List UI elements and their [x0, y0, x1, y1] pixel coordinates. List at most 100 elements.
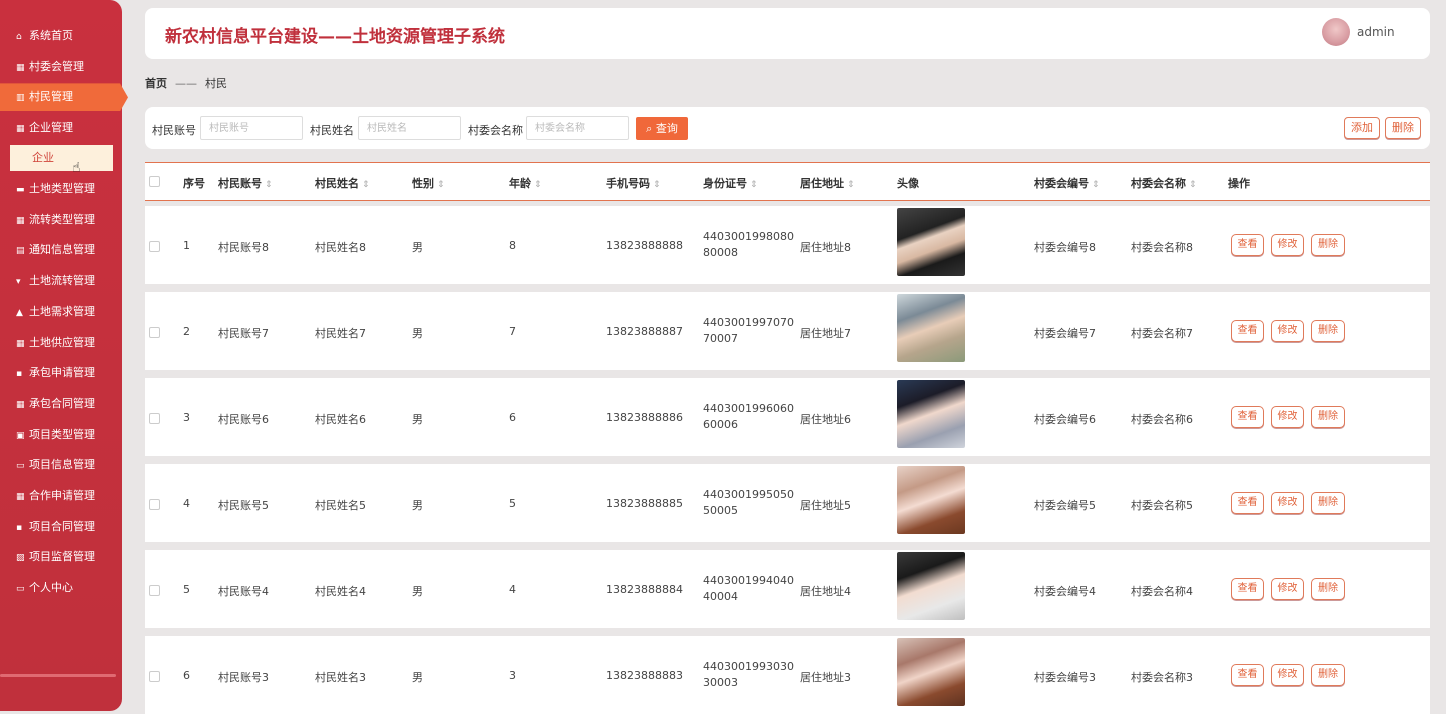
table-row[interactable]: 6 村民账号3 村民姓名3 男 3 13823888883 4403001993030300… — [145, 636, 1430, 714]
col-header-idcard[interactable]: 身份证号 ⇕ — [703, 175, 758, 191]
delete-button[interactable]: 删除 — [1311, 234, 1345, 256]
sidebar-item-11[interactable]: ▦ 承包合同管理 — [0, 390, 122, 418]
sidebar-item-6[interactable]: ▤ 通知信息管理 — [0, 236, 122, 264]
sidebar-item-8[interactable]: ▲ 土地需求管理 — [0, 298, 122, 326]
search-input-account[interactable] — [200, 116, 303, 140]
avatar-photo[interactable] — [897, 380, 965, 448]
delete-button[interactable]: 删除 — [1311, 578, 1345, 600]
col-header-account[interactable]: 村民账号 ⇕ — [218, 175, 273, 191]
view-button[interactable]: 查看 — [1231, 578, 1264, 600]
sidebar-item-13[interactable]: ▭ 项目信息管理 — [0, 451, 122, 479]
edit-button[interactable]: 修改 — [1271, 320, 1304, 342]
search-input-name[interactable] — [358, 116, 461, 140]
add-button[interactable]: 添加 — [1344, 117, 1380, 139]
row-checkbox[interactable] — [149, 241, 160, 252]
delete-button[interactable]: 删除 — [1311, 320, 1345, 342]
edit-button[interactable]: 修改 — [1271, 578, 1304, 600]
sidebar-item-0[interactable]: ⌂ 系统首页 — [0, 22, 122, 50]
sort-icon[interactable]: ⇕ — [1189, 180, 1197, 190]
delete-button[interactable]: 删除 — [1311, 664, 1345, 686]
table-row[interactable]: 3 村民账号6 村民姓名6 男 6 13823888886 4403001996060600… — [145, 378, 1430, 456]
view-button[interactable]: 查看 — [1231, 320, 1264, 342]
grid-icon: ▦ — [16, 62, 25, 73]
sidebar-item-10[interactable]: ▪ 承包申请管理 — [0, 359, 122, 387]
edit-button[interactable]: 修改 — [1271, 234, 1304, 256]
table-row[interactable]: 4 村民账号5 村民姓名5 男 5 13823888885 4403001995050500… — [145, 464, 1430, 542]
batch-delete-button[interactable]: 删除 — [1385, 117, 1421, 139]
sidebar-item-3[interactable]: ▦ 企业管理 — [0, 114, 122, 142]
col-header-committee-name[interactable]: 村委会名称 ⇕ — [1131, 175, 1197, 191]
col-header-age[interactable]: 年龄 ⇕ — [509, 175, 542, 191]
cell-age: 6 — [509, 411, 516, 424]
breadcrumb-home[interactable]: 首页 — [145, 77, 167, 90]
cell-committee-name: 村委会名称4 — [1131, 585, 1193, 598]
view-button[interactable]: 查看 — [1231, 234, 1264, 256]
table-row[interactable]: 1 村民账号8 村民姓名8 男 8 13823888888 4403001998080800… — [145, 206, 1430, 284]
sort-icon[interactable]: ⇕ — [362, 180, 370, 190]
cell-account: 村民账号5 — [218, 499, 269, 512]
edit-button[interactable]: 修改 — [1271, 492, 1304, 514]
sidebar-item-15[interactable]: ▪ 项目合同管理 — [0, 513, 122, 541]
col-header-phone[interactable]: 手机号码 ⇕ — [606, 175, 661, 191]
col-header-committee-no[interactable]: 村委会编号 ⇕ — [1034, 175, 1100, 191]
cell-address: 居住地址5 — [800, 499, 851, 512]
sort-icon[interactable]: ⇕ — [847, 180, 855, 190]
sort-icon[interactable]: ⇕ — [265, 180, 273, 190]
breadcrumb-current: 村民 — [205, 77, 227, 90]
sidebar-item-label: 项目监督管理 — [29, 550, 95, 564]
username[interactable]: admin — [1357, 25, 1395, 39]
avatar-photo[interactable] — [897, 638, 965, 706]
sidebar-item-label: 流转类型管理 — [29, 212, 95, 226]
table-row[interactable]: 5 村民账号4 村民姓名4 男 4 13823888884 4403001994040400… — [145, 550, 1430, 628]
edit-button[interactable]: 修改 — [1271, 406, 1304, 428]
cell-idcard: 440300199808080008 — [703, 230, 794, 259]
cell-committee-name: 村委会名称6 — [1131, 413, 1193, 426]
sidebar-item-16[interactable]: ▨ 项目监督管理 — [0, 543, 122, 571]
cell-no: 6 — [183, 669, 190, 682]
sidebar-item-5[interactable]: ▦ 流转类型管理 — [0, 206, 122, 234]
delete-button[interactable]: 删除 — [1311, 492, 1345, 514]
sort-icon[interactable]: ⇕ — [653, 180, 661, 190]
cell-committee-no: 村委会编号7 — [1034, 327, 1096, 340]
view-button[interactable]: 查看 — [1231, 406, 1264, 428]
sidebar-subitem-enterprise[interactable]: 企业 — [10, 145, 113, 171]
edit-button[interactable]: 修改 — [1271, 664, 1304, 686]
sort-icon[interactable]: ⇕ — [1092, 180, 1100, 190]
sort-icon[interactable]: ⇕ — [534, 180, 542, 190]
sidebar-scrollbar[interactable] — [0, 674, 116, 677]
sidebar-item-7[interactable]: ▾ 土地流转管理 — [0, 267, 122, 295]
search-input-committee[interactable] — [526, 116, 629, 140]
sidebar-item-9[interactable]: ▦ 土地供应管理 — [0, 329, 122, 357]
sort-icon[interactable]: ⇕ — [437, 180, 445, 190]
sidebar-item-17[interactable]: ▭ 个人中心 — [0, 574, 122, 602]
avatar-photo[interactable] — [897, 294, 965, 362]
grid-icon: ▦ — [16, 124, 25, 135]
col-header-name[interactable]: 村民姓名 ⇕ — [315, 175, 370, 191]
sidebar-item-12[interactable]: ▣ 项目类型管理 — [0, 421, 122, 449]
sort-icon[interactable]: ⇕ — [750, 180, 758, 190]
avatar[interactable] — [1322, 18, 1350, 46]
select-all-checkbox[interactable] — [149, 176, 160, 187]
delete-button[interactable]: 删除 — [1311, 406, 1345, 428]
row-checkbox[interactable] — [149, 413, 160, 424]
sidebar-item-1[interactable]: ▦ 村委会管理 — [0, 53, 122, 81]
view-button[interactable]: 查看 — [1231, 492, 1264, 514]
row-checkbox[interactable] — [149, 585, 160, 596]
col-header-address[interactable]: 居住地址 ⇕ — [800, 175, 855, 191]
avatar-photo[interactable] — [897, 466, 965, 534]
cell-account: 村民账号6 — [218, 413, 269, 426]
table-row[interactable]: 2 村民账号7 村民姓名7 男 7 13823888887 4403001997070700… — [145, 292, 1430, 370]
avatar-photo[interactable] — [897, 208, 965, 276]
cell-phone: 13823888885 — [606, 497, 683, 510]
col-header-gender[interactable]: 性别 ⇕ — [412, 175, 445, 191]
sidebar-item-4[interactable]: ▬ 土地类型管理 — [0, 175, 122, 203]
row-checkbox[interactable] — [149, 327, 160, 338]
query-button[interactable]: ⌕ 查询 — [636, 117, 688, 140]
sidebar-item-14[interactable]: ▦ 合作申请管理 — [0, 482, 122, 510]
row-checkbox[interactable] — [149, 671, 160, 682]
row-checkbox[interactable] — [149, 499, 160, 510]
view-button[interactable]: 查看 — [1231, 664, 1264, 686]
sidebar-item-2[interactable]: ▥ 村民管理 — [0, 83, 128, 112]
cup-icon: ▾ — [16, 277, 21, 288]
avatar-photo[interactable] — [897, 552, 965, 620]
